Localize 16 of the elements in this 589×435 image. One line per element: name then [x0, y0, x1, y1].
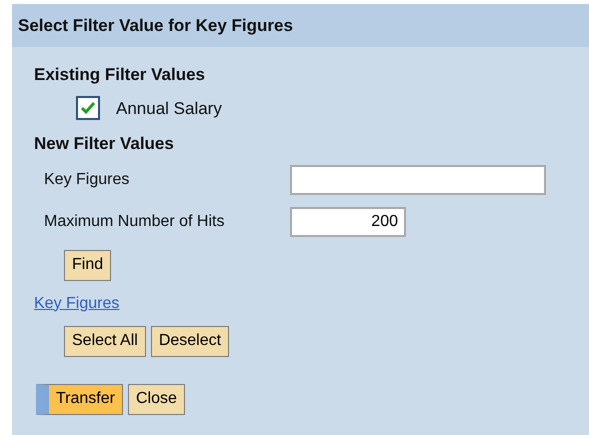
- transfer-button[interactable]: Transfer: [36, 384, 123, 414]
- input-field[interactable]: 200: [290, 206, 406, 236]
- selection-button[interactable]: Deselect: [150, 326, 230, 356]
- window-title: Select Filter Value for Key Figures: [12, 4, 589, 47]
- section-heading: Existing Filter Values: [34, 64, 206, 86]
- close-button[interactable]: Close: [128, 384, 185, 414]
- field-label: Key Figures: [44, 170, 130, 190]
- check-icon: [80, 101, 96, 116]
- field-label: Maximum Number of Hits: [44, 212, 226, 232]
- key-figures-link[interactable]: Key Figures: [34, 292, 120, 316]
- selection-button[interactable]: Select All: [64, 326, 146, 356]
- checkbox-label: Annual Salary: [116, 98, 222, 120]
- checkbox[interactable]: [76, 96, 100, 120]
- input-field[interactable]: [290, 164, 546, 194]
- section-heading: New Filter Values: [34, 133, 175, 155]
- find-button[interactable]: Find: [64, 250, 112, 280]
